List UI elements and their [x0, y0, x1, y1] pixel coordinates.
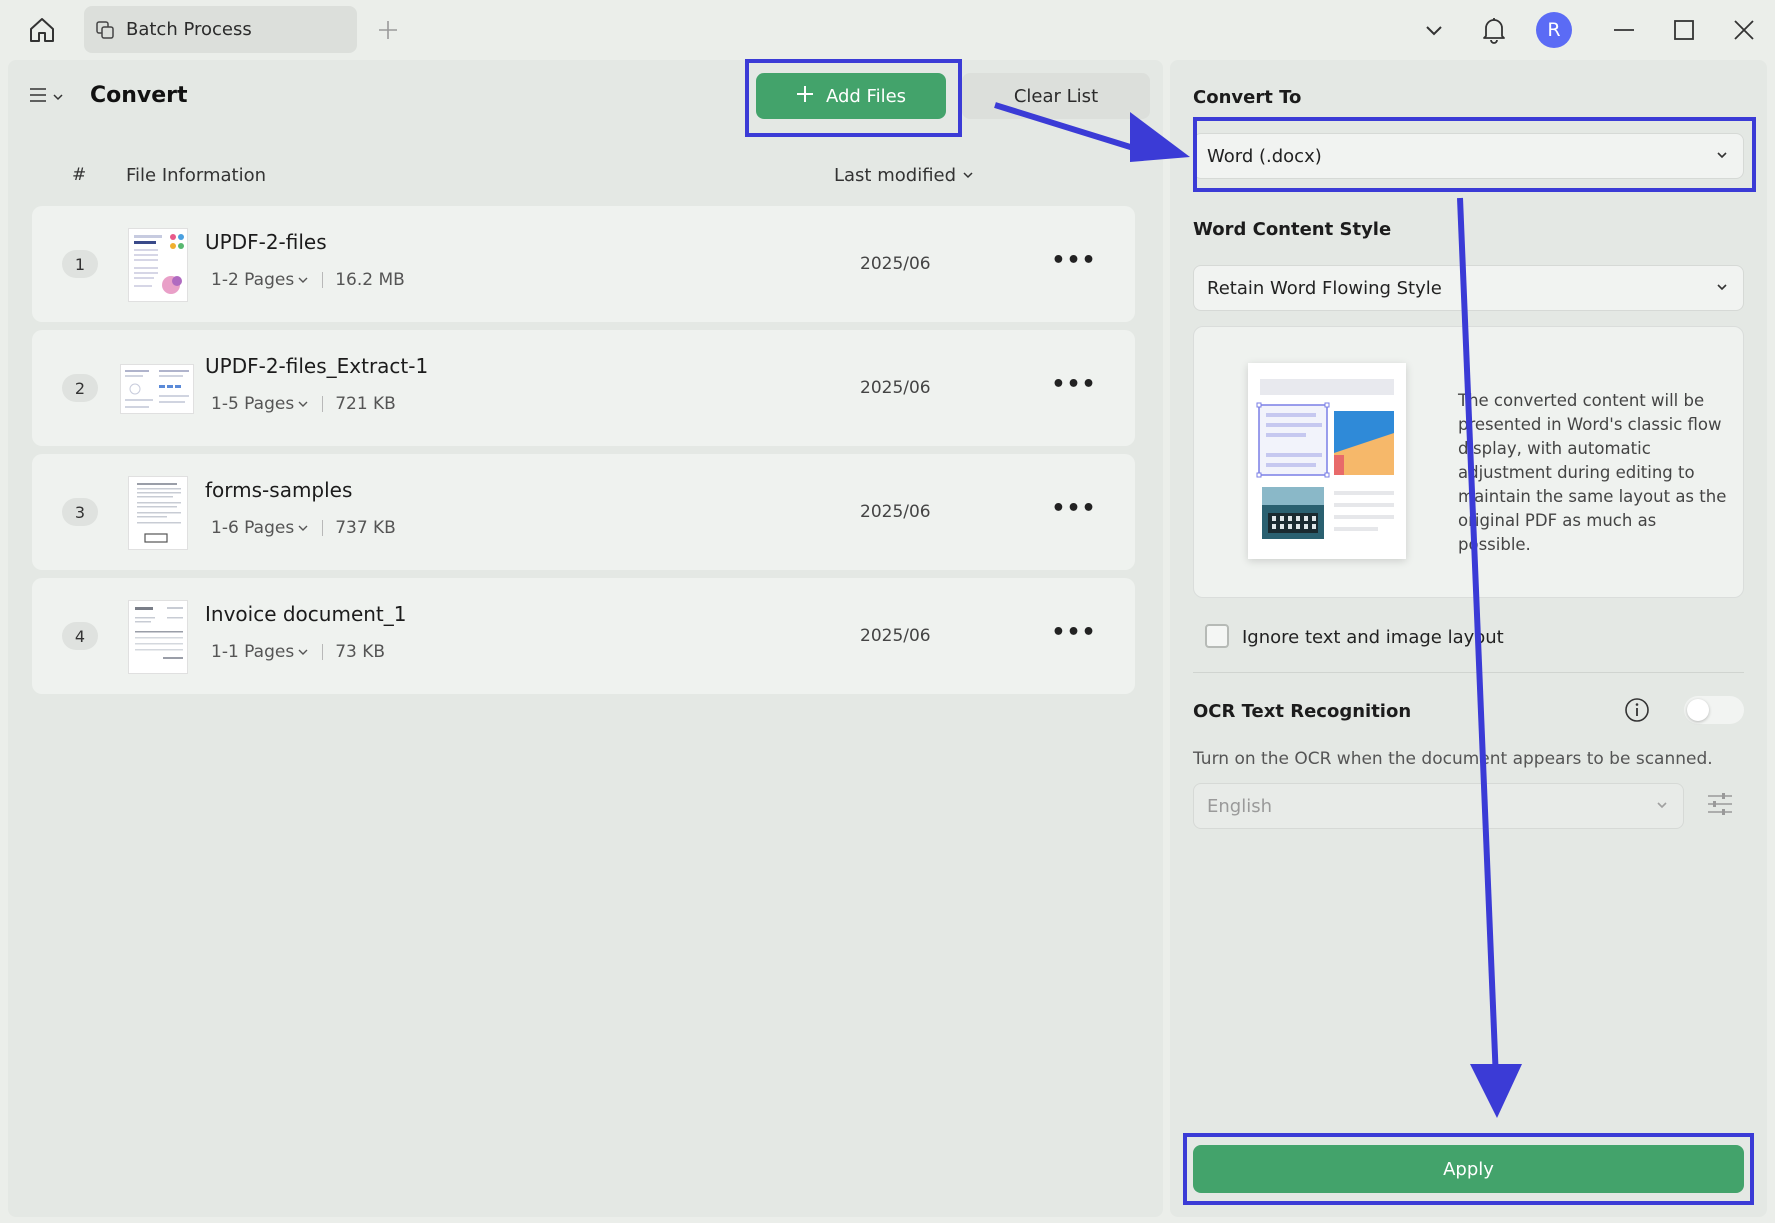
convert-to-label: Convert To: [1193, 87, 1302, 108]
ocr-language-select[interactable]: English: [1193, 783, 1684, 829]
style-preview-card: The converted content will be presented …: [1193, 326, 1744, 598]
sort-last-modified[interactable]: Last modified: [834, 165, 974, 186]
batch-icon: [96, 19, 118, 41]
ocr-language-value: English: [1207, 795, 1272, 817]
page-range: 1-6 Pages: [211, 518, 295, 538]
file-date: 2025/06: [860, 254, 931, 274]
file-date: 2025/06: [860, 502, 931, 522]
page-title: Convert: [90, 83, 188, 108]
file-row[interactable]: 3 forms-samples 1-6 Pages 737 KB 2025/06…: [32, 454, 1135, 570]
toggle-knob: [1687, 699, 1709, 721]
page-range: 1-5 Pages: [211, 394, 295, 414]
file-date: 2025/06: [860, 626, 931, 646]
page-range-dropdown[interactable]: 1-5 Pages: [211, 394, 308, 414]
new-tab-plus-icon[interactable]: [372, 14, 404, 46]
file-name: forms-samples: [205, 478, 353, 502]
more-options-icon[interactable]: •••: [1051, 494, 1095, 522]
style-description: The converted content will be presented …: [1458, 391, 1727, 554]
file-row[interactable]: 4 Invoice document_1 1-1 Pages 73 KB 202…: [32, 578, 1135, 694]
file-thumbnail: [128, 600, 188, 674]
convert-to-select[interactable]: Word (.docx): [1193, 133, 1744, 179]
convert-to-value: Word (.docx): [1207, 145, 1322, 167]
ignore-layout-label: Ignore text and image layout: [1242, 627, 1504, 648]
apply-button[interactable]: Apply: [1193, 1145, 1744, 1193]
page-range-dropdown[interactable]: 1-6 Pages: [211, 518, 308, 538]
page-range: 1-1 Pages: [211, 642, 295, 662]
bell-icon[interactable]: [1476, 12, 1512, 48]
column-header-file-information: File Information: [126, 165, 267, 186]
more-options-icon[interactable]: •••: [1051, 246, 1095, 274]
more-options-icon[interactable]: •••: [1051, 618, 1095, 646]
menu-toggle[interactable]: [28, 82, 72, 112]
row-number: 4: [62, 622, 98, 650]
chevron-down-icon: [298, 642, 308, 662]
tab-batch-process[interactable]: Batch Process: [84, 6, 357, 53]
chevron-down-icon: [298, 394, 308, 414]
chevron-down-icon: [962, 165, 974, 186]
divider: [322, 520, 324, 536]
file-size: 73 KB: [335, 642, 386, 662]
file-meta: 1-2 Pages 16.2 MB: [211, 270, 405, 290]
chevron-down-icon: [1655, 796, 1669, 817]
row-number: 1: [62, 250, 98, 278]
maximize-icon[interactable]: [1666, 12, 1702, 48]
chevron-down-icon: [52, 88, 64, 107]
divider: [322, 644, 324, 660]
column-header-number: #: [72, 165, 87, 185]
file-thumbnail: [128, 476, 188, 550]
file-row[interactable]: 1 UPDF-2-files 1-2 Pages 16.2 MB 2025/06…: [32, 206, 1135, 322]
file-name: UPDF-2-files: [205, 230, 327, 254]
user-avatar[interactable]: R: [1536, 12, 1572, 48]
info-icon[interactable]: [1624, 697, 1650, 723]
file-name: UPDF-2-files_Extract-1: [205, 354, 429, 378]
add-files-label: Add Files: [825, 85, 907, 107]
word-content-style-label: Word Content Style: [1193, 219, 1392, 240]
divider: [322, 272, 324, 288]
add-files-button[interactable]: Add Files: [756, 73, 946, 119]
ocr-toggle[interactable]: [1684, 696, 1744, 724]
section-divider: [1193, 672, 1744, 673]
chevron-down-icon: [298, 270, 308, 290]
chevron-down-icon: [1715, 146, 1729, 167]
file-size: 737 KB: [335, 518, 396, 538]
file-meta: 1-1 Pages 73 KB: [211, 642, 385, 662]
file-thumbnail: [128, 228, 188, 302]
page-range: 1-2 Pages: [211, 270, 295, 290]
more-options-icon[interactable]: •••: [1051, 370, 1095, 398]
word-content-style-select[interactable]: Retain Word Flowing Style: [1193, 265, 1744, 311]
chevron-down-icon: [298, 518, 308, 538]
file-meta: 1-5 Pages 721 KB: [211, 394, 396, 414]
close-icon[interactable]: [1726, 12, 1762, 48]
file-size: 721 KB: [335, 394, 396, 414]
file-meta: 1-6 Pages 737 KB: [211, 518, 396, 538]
chevron-down-icon: [1715, 278, 1729, 299]
row-number: 2: [62, 374, 98, 402]
file-row[interactable]: 2 UPDF-2-files_Extract-1 1-5 Pages 721 K…: [32, 330, 1135, 446]
ocr-description: Turn on the OCR when the document appear…: [1193, 749, 1713, 769]
row-number: 3: [62, 498, 98, 526]
file-name: Invoice document_1: [205, 602, 407, 626]
word-content-style-value: Retain Word Flowing Style: [1207, 277, 1442, 299]
divider: [322, 396, 324, 412]
page-range-dropdown[interactable]: 1-1 Pages: [211, 642, 308, 662]
chevron-down-icon[interactable]: [1416, 12, 1452, 48]
plus-icon: [796, 85, 814, 108]
clear-list-button[interactable]: Clear List: [962, 73, 1150, 119]
file-date: 2025/06: [860, 378, 931, 398]
column-header-last-modified: Last modified: [834, 165, 957, 186]
ocr-label: OCR Text Recognition: [1193, 701, 1412, 722]
ignore-layout-checkbox[interactable]: [1205, 624, 1229, 648]
minimize-icon[interactable]: [1606, 12, 1642, 48]
home-icon[interactable]: [24, 12, 60, 48]
file-thumbnail: [120, 364, 194, 414]
hamburger-icon: [28, 85, 48, 109]
tab-label: Batch Process: [126, 19, 252, 40]
file-size: 16.2 MB: [335, 270, 405, 290]
page-range-dropdown[interactable]: 1-2 Pages: [211, 270, 308, 290]
ocr-settings-sliders-icon[interactable]: [1704, 788, 1736, 820]
word-flow-preview-illustration: [1248, 363, 1406, 559]
